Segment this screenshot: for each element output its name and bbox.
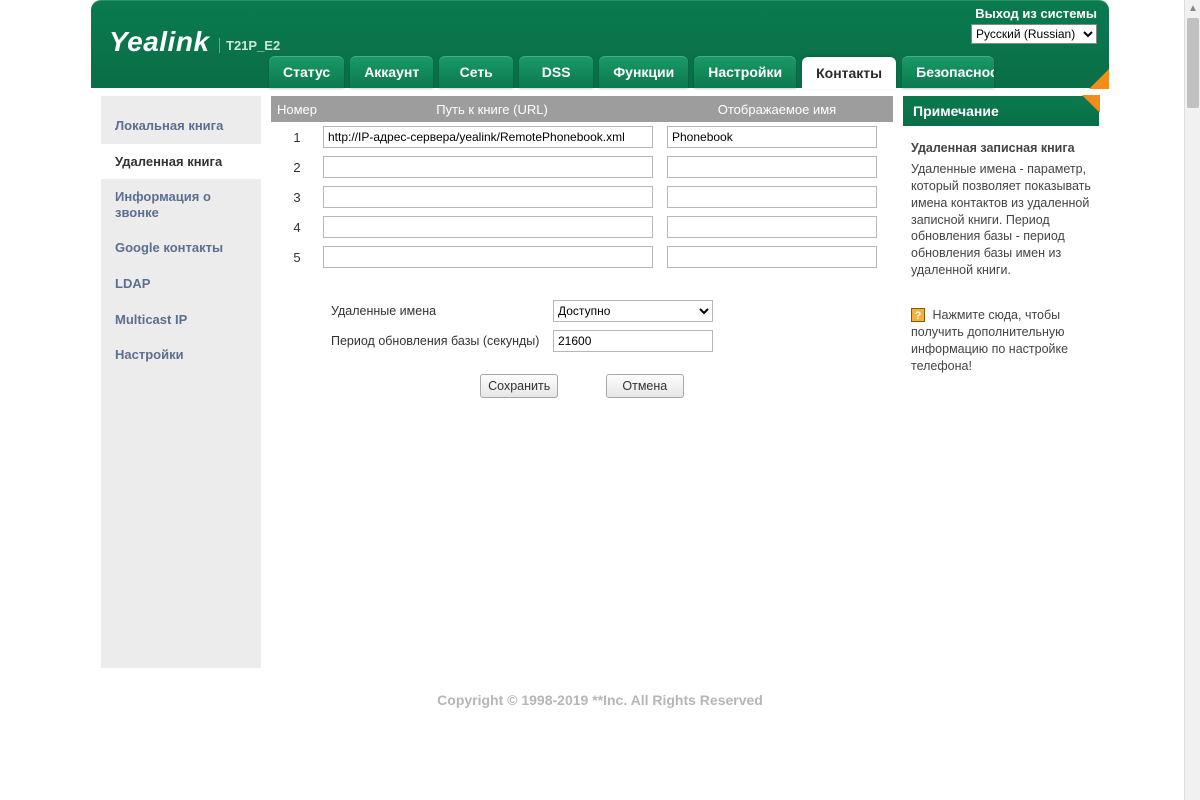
sidebar-item-local[interactable]: Локальная книга (101, 108, 261, 144)
name-input-4[interactable] (667, 216, 877, 238)
col-url: Путь к книге (URL) (323, 102, 661, 117)
url-input-2[interactable] (323, 156, 653, 178)
sidebar-item-google[interactable]: Google контакты (101, 230, 261, 266)
tab-features[interactable]: Функции (599, 56, 688, 88)
sidebar-item-ldap[interactable]: LDAP (101, 266, 261, 302)
note-text: Удаленные имена - параметр, который позв… (911, 162, 1091, 277)
name-input-3[interactable] (667, 186, 877, 208)
scroll-thumb[interactable] (1187, 18, 1199, 108)
sidebar: Локальная книга Удаленная книга Информац… (101, 96, 261, 668)
name-input-1[interactable] (667, 126, 877, 148)
sidebar-item-multicast[interactable]: Multicast IP (101, 302, 261, 338)
tab-contacts[interactable]: Контакты (802, 57, 896, 89)
col-name: Отображаемое имя (661, 102, 893, 117)
note-help-link[interactable]: Нажмите сюда, чтобы получить дополнитель… (911, 308, 1068, 373)
tab-security[interactable]: Безопасность (902, 56, 994, 88)
table-row: 3 (271, 182, 893, 212)
model-label: T21P_E2 (219, 38, 280, 53)
row-num: 5 (271, 250, 323, 265)
table-row: 1 (271, 122, 893, 152)
sidebar-item-remote[interactable]: Удаленная книга (101, 144, 261, 180)
url-input-5[interactable] (323, 246, 653, 268)
note-panel: Примечание Удаленная записная книга Удал… (903, 96, 1099, 668)
scroll-up-icon[interactable]: ▲ (1185, 0, 1200, 16)
table-row: 4 (271, 212, 893, 242)
tab-settings[interactable]: Настройки (694, 56, 796, 88)
tab-dss[interactable]: DSS (519, 56, 593, 88)
language-select[interactable]: Русский (Russian) (971, 24, 1097, 44)
sidebar-item-callinfo[interactable]: Информация о звонке (101, 179, 261, 230)
table-row: 5 (271, 242, 893, 272)
tab-account[interactable]: Аккаунт (350, 56, 433, 88)
row-num: 1 (271, 130, 323, 145)
main-panel: Номер Путь к книге (URL) Отображаемое им… (271, 96, 893, 668)
cancel-button[interactable]: Отмена (606, 374, 684, 398)
footer-copyright: Copyright © 1998-2019 **Inc. All Rights … (91, 678, 1109, 722)
tab-bar: Статус Аккаунт Сеть DSS Функции Настройк… (269, 56, 994, 88)
url-input-1[interactable] (323, 126, 653, 148)
row-num: 4 (271, 220, 323, 235)
logout-link[interactable]: Выход из системы (975, 6, 1097, 21)
remote-names-label: Удаленные имена (331, 304, 553, 318)
refresh-input[interactable] (553, 330, 713, 352)
corner-accent-icon (1089, 69, 1109, 89)
save-button[interactable]: Сохранить (480, 374, 558, 398)
url-input-3[interactable] (323, 186, 653, 208)
scrollbar-vertical[interactable]: ▲ (1184, 0, 1200, 800)
header: Выход из системы Русский (Russian) Yeali… (91, 0, 1109, 88)
refresh-label: Период обновления базы (секунды) (331, 334, 553, 348)
row-num: 3 (271, 190, 323, 205)
remote-names-select[interactable]: Доступно (553, 300, 713, 322)
language-select-wrap: Русский (Russian) (971, 24, 1097, 44)
table-row: 2 (271, 152, 893, 182)
corner-accent-icon (1082, 95, 1100, 113)
name-input-5[interactable] (667, 246, 877, 268)
note-title: Примечание (903, 96, 1099, 126)
help-icon: ? (911, 308, 925, 322)
table-header: Номер Путь к книге (URL) Отображаемое им… (271, 96, 893, 122)
sidebar-item-settings[interactable]: Настройки (101, 337, 261, 373)
tab-network[interactable]: Сеть (439, 56, 513, 88)
name-input-2[interactable] (667, 156, 877, 178)
note-heading: Удаленная записная книга (911, 140, 1091, 157)
row-num: 2 (271, 160, 323, 175)
url-input-4[interactable] (323, 216, 653, 238)
logo: Yealink (109, 26, 210, 58)
col-number: Номер (271, 102, 323, 117)
tab-status[interactable]: Статус (269, 56, 344, 88)
